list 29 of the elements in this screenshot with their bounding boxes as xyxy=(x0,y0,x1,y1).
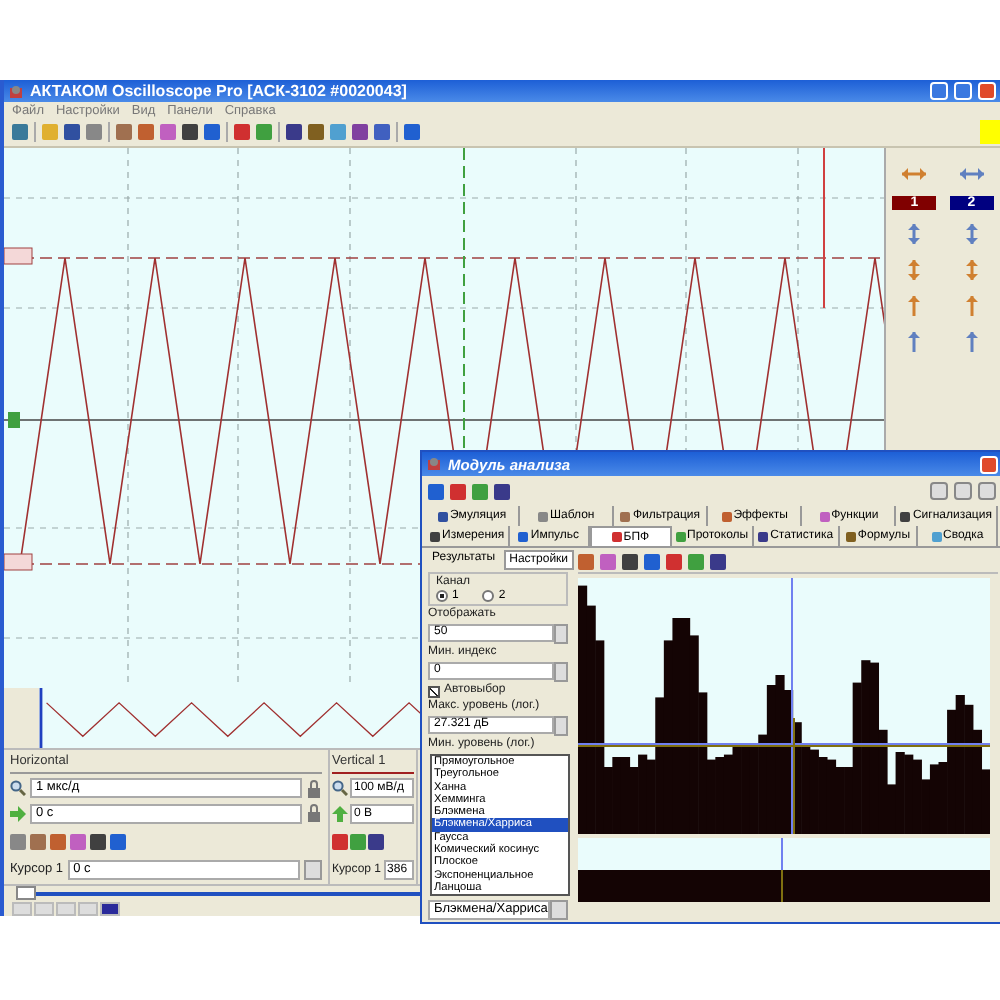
double-arrow-icon[interactable] xyxy=(904,257,925,282)
right-arrow-icon[interactable] xyxy=(10,805,26,822)
dropdown-button[interactable] xyxy=(304,859,322,880)
double-arrow-icon[interactable] xyxy=(900,163,929,184)
magnifier-icon[interactable] xyxy=(332,780,348,797)
double-arrow-icon[interactable] xyxy=(904,221,925,246)
maximize-button[interactable] xyxy=(954,82,972,101)
double-arrow-icon[interactable] xyxy=(961,221,982,246)
dropdown-button[interactable] xyxy=(550,900,568,920)
restore-button[interactable] xyxy=(930,482,948,500)
app-icon xyxy=(8,83,24,100)
status-indicator xyxy=(980,120,1000,145)
double-arrow-icon[interactable] xyxy=(957,163,986,184)
double-arrow-icon[interactable] xyxy=(961,257,982,282)
up-arrow-icon[interactable] xyxy=(904,293,925,318)
marker-icon[interactable] xyxy=(4,246,33,264)
app-icon xyxy=(426,456,442,472)
up-arrow-icon[interactable] xyxy=(332,805,348,822)
slider-thumb[interactable] xyxy=(16,886,36,901)
up-arrow-icon[interactable] xyxy=(904,329,925,354)
up-arrow-icon[interactable] xyxy=(961,293,982,318)
window-title: АКТАКОМ Oscilloscope Pro [АСК-3102 #0020043] xyxy=(30,82,409,101)
spin-button[interactable] xyxy=(554,716,568,736)
lock-icon[interactable] xyxy=(306,779,322,798)
up-arrow-icon[interactable] xyxy=(961,329,982,354)
marker-icon[interactable] xyxy=(4,552,33,570)
magnifier-icon[interactable] xyxy=(10,780,26,797)
lock-icon[interactable] xyxy=(306,804,322,823)
minimize-button[interactable] xyxy=(954,482,972,500)
